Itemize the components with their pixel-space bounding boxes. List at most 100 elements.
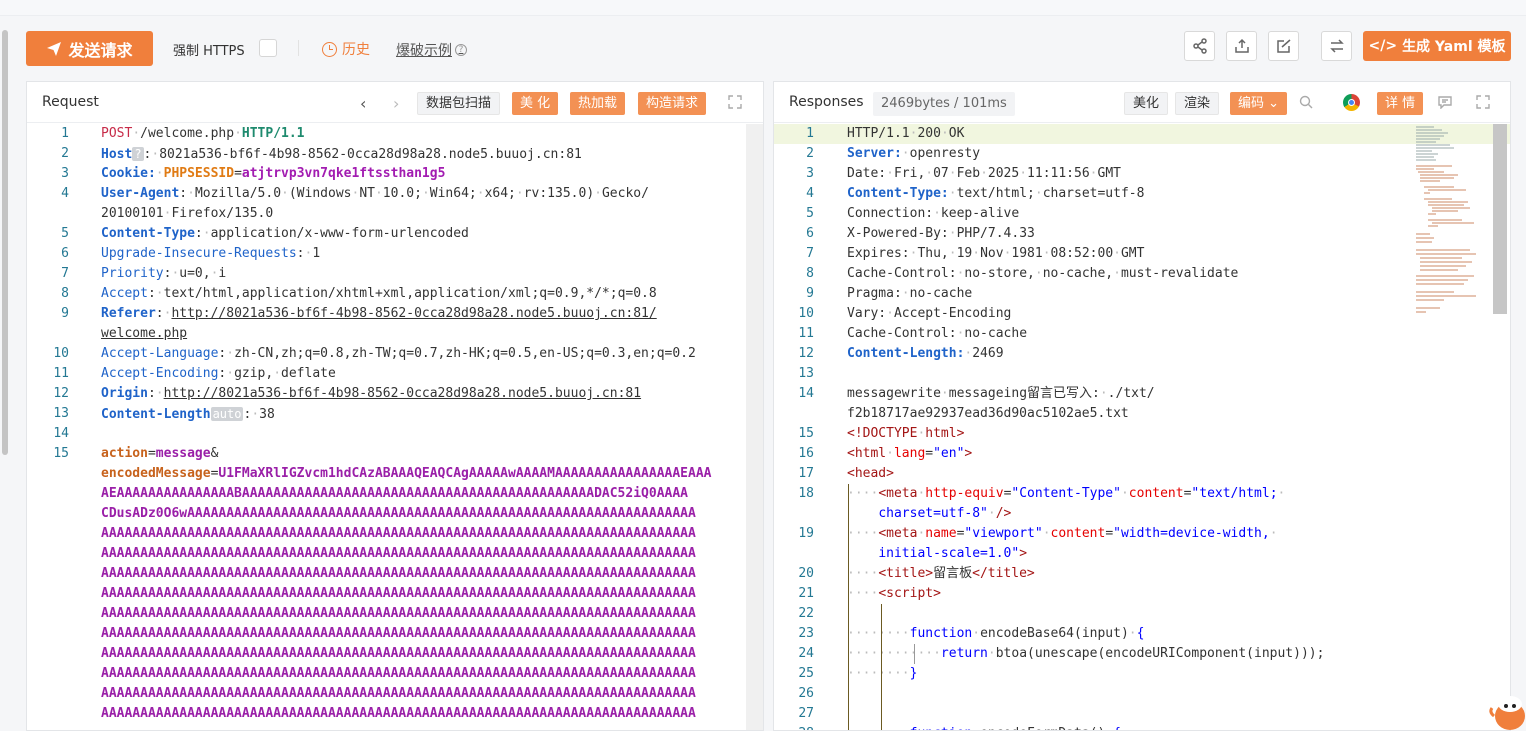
code-token: gzip, <box>234 366 274 381</box>
code-token: messagewrite <box>847 386 941 401</box>
render-button[interactable]: 渲染 <box>1175 92 1220 115</box>
code-text: welcome.php <box>101 324 187 344</box>
response-editor[interactable]: 1 HTTP/1.1·200·OK 2 Server:·openresty 3 Date:… <box>774 124 1510 730</box>
request-beautify-button[interactable]: 美 化 <box>512 92 559 115</box>
hint-tag: ? <box>132 147 144 161</box>
response-meta: 2469bytes / 101ms <box>873 92 1015 116</box>
code-token: Expires: <box>847 246 910 261</box>
code-text: AAAAAAAAAAAAAAAAAAAAAAAAAAAAAAAAAAAAAAAA… <box>101 644 696 664</box>
line-number: 10 <box>53 346 69 361</box>
packet-scan-button[interactable]: 数据包扫描 <box>417 92 501 115</box>
search-icon[interactable] <box>1299 95 1313 109</box>
code-text: AAAAAAAAAAAAAAAAAAAAAAAAAAAAAAAAAAAAAAAA… <box>101 664 696 684</box>
code-token: (Windows <box>288 186 352 201</box>
code-token: · <box>1277 486 1286 501</box>
code-text: Content-Type:·application/x-www-form-url… <box>101 224 469 244</box>
code-line: 18 ····<meta·http-equiv="Content-Type"·co… <box>774 484 1510 504</box>
code-line: 4 Content-Type:·text/html;·charset=utf-8 <box>774 184 1510 204</box>
code-token: { <box>1113 726 1121 730</box>
code-line: 19 ····<meta·name="viewport"·content="wid… <box>774 524 1510 544</box>
code-token: · <box>901 286 910 301</box>
share-button[interactable] <box>1184 31 1215 61</box>
code-token: · <box>972 626 981 641</box>
code-text: Vary:·Accept-Encoding <box>847 304 1011 324</box>
response-scrollbar[interactable] <box>1493 124 1507 314</box>
chevron-left-icon[interactable]: ‹ <box>360 94 366 113</box>
code-line: AAAAAAAAAAAAAAAAAAAAAAAAAAAAAAAAAAAAAAAA… <box>27 624 763 644</box>
swap-button[interactable] <box>1321 31 1352 61</box>
mascot-icon[interactable] <box>1486 686 1526 731</box>
code-token: /welcome.php <box>140 126 235 141</box>
comment-icon[interactable] <box>1438 95 1452 110</box>
code-token: · <box>886 306 894 321</box>
code-minimap[interactable] <box>1414 124 1484 324</box>
code-token: 1981 <box>1011 246 1043 261</box>
code-text: AAAAAAAAAAAAAAAAAAAAAAAAAAAAAAAAAAAAAAAA… <box>101 524 696 544</box>
top-strip <box>0 0 1526 16</box>
request-panel: Request ‹ › 数据包扫描 美 化 热加载 构造请求 1 POST·/we… <box>26 81 764 731</box>
code-token: · <box>476 186 485 201</box>
code-token: "viewport" <box>964 526 1043 541</box>
line-number: 24 <box>798 646 814 661</box>
response-header: Responses 2469bytes / 101ms 美化 渲染 编码 ⌄ 详… <box>774 82 1510 123</box>
code-line: 2 Server:·openresty <box>774 144 1510 164</box>
bruteforce-example-link[interactable]: 爆破示例 ? <box>396 40 467 60</box>
code-token: ········ <box>847 626 910 641</box>
force-https-checkbox[interactable] <box>259 39 277 57</box>
code-token: OK <box>948 126 965 141</box>
bruteforce-example-label: 爆破示例 <box>396 43 452 59</box>
request-scrollbar[interactable] <box>746 124 763 730</box>
code-token: <head> <box>847 466 894 481</box>
code-token: HTTP/1.1 <box>241 126 305 141</box>
code-token: · <box>1128 626 1137 641</box>
send-request-button[interactable]: 发送请求 <box>26 31 153 66</box>
request-header: Request ‹ › 数据包扫描 美 化 热加载 构造请求 <box>27 82 763 123</box>
code-token: · <box>251 407 260 422</box>
edit-button[interactable] <box>1268 31 1299 61</box>
code-token: <title> <box>878 566 934 581</box>
response-beautify-button[interactable]: 美化 <box>1124 92 1169 115</box>
code-line: 3 Date:·Fri,·07·Feb·2025·11:11:56·GMT <box>774 164 1510 184</box>
code-token: i <box>218 266 227 281</box>
code-token: ···· <box>847 586 879 601</box>
chrome-icon[interactable] <box>1343 94 1360 111</box>
code-text: Pragma:·no-cache <box>847 284 972 304</box>
code-token: · <box>987 646 996 661</box>
code-line: 22 <box>774 604 1510 624</box>
code-token: no-store, <box>964 266 1035 281</box>
line-number: 14 <box>798 386 814 401</box>
code-token: ········ <box>847 726 910 730</box>
request-editor[interactable]: 1 POST·/welcome.php·HTTP/1.1 2 Host?:·8021a… <box>27 124 763 730</box>
expand-icon[interactable] <box>1476 95 1490 109</box>
expand-icon[interactable] <box>728 95 742 109</box>
code-token: initial-scale=1.0" <box>878 546 1020 561</box>
code-token: · <box>1105 726 1113 730</box>
code-line: 15 <!DOCTYPE·html> <box>774 424 1510 444</box>
code-token: Content-Length: <box>847 346 965 361</box>
history-button[interactable]: 历史 <box>322 39 370 59</box>
code-line: 14 <box>27 424 763 444</box>
code-token: 2025 <box>987 166 1020 181</box>
encode-dropdown[interactable]: 编码 ⌄ <box>1230 92 1288 115</box>
hotload-button[interactable]: 热加载 <box>570 92 626 115</box>
details-button[interactable]: 详 情 <box>1377 92 1424 115</box>
code-token: · <box>515 186 524 201</box>
generate-yaml-button[interactable]: </> 生成 Yaml 模板 <box>1363 31 1511 61</box>
chevron-right-icon[interactable]: › <box>393 94 399 113</box>
construct-request-button[interactable]: 构造请求 <box>638 92 707 115</box>
export-button[interactable] <box>1226 31 1257 61</box>
line-number: 13 <box>798 366 814 381</box>
code-token: = <box>925 446 934 461</box>
page-scrollbar[interactable] <box>0 30 10 460</box>
code-token: } <box>909 666 918 681</box>
code-token: Server: <box>847 146 902 161</box>
code-text: Content-Type:·text/html;·charset=utf-8 <box>847 184 1144 204</box>
code-token: { <box>1136 626 1145 641</box>
code-text: Priority:·u=0,·i <box>101 264 226 284</box>
code-text: POST·/welcome.php·HTTP/1.1 <box>101 124 305 144</box>
code-token: 10.0; <box>382 186 422 201</box>
code-token: · <box>980 166 988 181</box>
line-number: 19 <box>798 526 814 541</box>
code-token: · <box>987 506 996 521</box>
